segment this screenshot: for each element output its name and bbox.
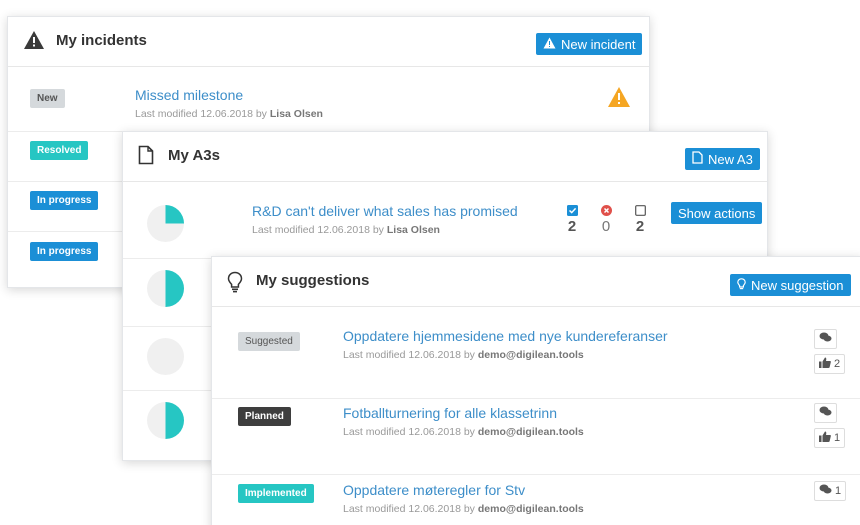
progress-pie xyxy=(147,338,184,375)
suggestion-meta: Last modified 12.06.2018 by demo@digilea… xyxy=(343,426,584,438)
comments-icon xyxy=(819,484,832,498)
like-count: 2 xyxy=(834,358,841,370)
new-a3-label: New A3 xyxy=(708,151,753,167)
suggestions-panel: My suggestions New suggestion Suggested … xyxy=(211,256,860,525)
thumbs-up-icon xyxy=(819,357,831,371)
suggestion-title-link[interactable]: Fotballturnering for alle klassetrinn xyxy=(343,405,557,421)
status-badge: In progress xyxy=(30,242,99,261)
comments-button[interactable]: 1 xyxy=(814,481,847,501)
done-count: 2 xyxy=(567,218,577,235)
suggestion-meta: Last modified 12.06.2018 by demo@digilea… xyxy=(343,349,584,361)
like-button[interactable]: 2 xyxy=(814,354,846,374)
comments-button[interactable] xyxy=(814,403,837,423)
lightbulb-icon xyxy=(737,277,746,293)
suggestion-title-link[interactable]: Oppdatere møteregler for Stv xyxy=(343,482,525,498)
new-a3-button[interactable]: New A3 xyxy=(685,148,760,170)
new-suggestion-button[interactable]: New suggestion xyxy=(730,274,851,296)
comments-icon xyxy=(819,332,832,346)
a3s-header: My A3s New A3 xyxy=(123,132,767,182)
comments-icon xyxy=(819,406,832,420)
row-divider xyxy=(212,398,860,399)
status-badge: Planned xyxy=(238,407,291,426)
show-actions-button[interactable]: Show actions xyxy=(671,202,763,224)
progress-pie xyxy=(147,270,184,307)
status-badge: New xyxy=(30,89,65,108)
failed-count: 0 xyxy=(601,218,611,235)
suggestion-meta: Last modified 12.06.2018 by demo@digilea… xyxy=(343,503,584,515)
warning-triangle-icon xyxy=(543,37,556,52)
status-badge: Suggested xyxy=(238,332,300,351)
document-icon xyxy=(138,145,154,170)
new-incident-button[interactable]: New incident xyxy=(536,33,643,55)
like-button[interactable]: 1 xyxy=(814,428,846,448)
suggestions-header: My suggestions New suggestion xyxy=(212,257,860,307)
suggestions-title: My suggestions xyxy=(256,272,370,289)
status-badge: In progress xyxy=(30,191,99,210)
status-badge: Implemented xyxy=(238,484,314,503)
incidents-title: My incidents xyxy=(56,32,147,49)
suggestion-title-link[interactable]: Oppdatere hjemmesidene med nye kunderefe… xyxy=(343,328,668,344)
progress-pie xyxy=(147,205,184,242)
open-count: 2 xyxy=(635,218,645,235)
a3s-title: My A3s xyxy=(168,147,220,164)
new-suggestion-label: New suggestion xyxy=(751,277,844,293)
thumbs-up-icon xyxy=(819,431,831,445)
incident-meta: Last modified 12.06.2018 by Lisa Olsen xyxy=(135,108,323,120)
warning-triangle-icon xyxy=(23,30,45,55)
a3-meta: Last modified 12.06.2018 by Lisa Olsen xyxy=(252,224,440,236)
like-count: 1 xyxy=(834,432,841,444)
progress-pie xyxy=(147,402,184,439)
warning-triangle-icon xyxy=(607,86,631,113)
status-badge: Resolved xyxy=(30,141,89,160)
row-divider xyxy=(212,474,860,475)
a3-title-link[interactable]: R&D can't deliver what sales has promise… xyxy=(252,203,518,219)
document-icon xyxy=(692,151,703,167)
incidents-header: My incidents New incident xyxy=(8,17,649,67)
comments-button[interactable] xyxy=(814,329,837,349)
incident-title-link[interactable]: Missed milestone xyxy=(135,87,243,103)
comment-count: 1 xyxy=(835,485,842,497)
lightbulb-icon xyxy=(227,271,243,298)
new-incident-label: New incident xyxy=(561,36,636,52)
